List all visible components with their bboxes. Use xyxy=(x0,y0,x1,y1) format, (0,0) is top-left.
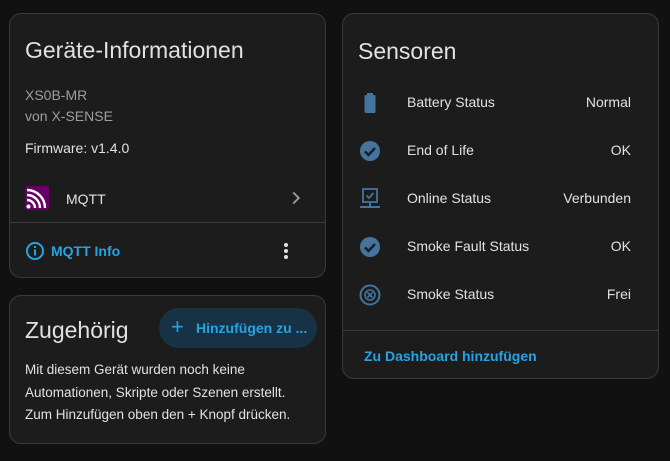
smoke-detector-icon xyxy=(358,283,382,307)
integration-row-mqtt[interactable]: MQTT xyxy=(10,174,325,222)
related-card: Zugehörig + Hinzufügen zu ... Mit diesem… xyxy=(9,295,326,444)
info-icon xyxy=(25,241,45,261)
plus-icon: + xyxy=(171,314,184,339)
integration-name: MQTT xyxy=(66,191,106,207)
battery-icon xyxy=(358,91,382,115)
sensors-divider xyxy=(343,330,658,331)
mqtt-info-label: MQTT Info xyxy=(51,243,121,259)
sensor-row-online-status[interactable]: Online Status Verbunden xyxy=(343,175,658,223)
device-info-card: Geräte-Informationen XS0B-MR von X-SENSE… xyxy=(9,13,326,278)
sensor-value: OK xyxy=(610,142,631,158)
chevron-right-icon xyxy=(285,187,307,209)
add-to-button[interactable]: + Hinzufügen zu ... xyxy=(159,308,317,348)
sensor-row-battery-status[interactable]: Battery Status Normal xyxy=(343,79,658,127)
add-to-dashboard-link[interactable]: Zu Dashboard hinzufügen xyxy=(364,348,537,364)
sensor-value: Verbunden xyxy=(563,190,631,206)
sensor-label: Battery Status xyxy=(407,94,495,110)
related-description-line: Automationen, Skripte oder Szenen erstel… xyxy=(25,384,286,400)
sensor-label: Smoke Status xyxy=(407,286,495,302)
check-circle-icon xyxy=(358,235,382,259)
sensor-value: OK xyxy=(610,238,631,254)
lan-connect-icon xyxy=(358,187,382,211)
device-info-title: Geräte-Informationen xyxy=(25,37,244,63)
sensor-label: Smoke Fault Status xyxy=(407,238,530,254)
sensor-value: Frei xyxy=(606,286,631,302)
device-model: XS0B-MR xyxy=(25,87,88,103)
sensor-value: Normal xyxy=(585,94,631,110)
related-description: Mit diesem Gerät wurden noch keine Autom… xyxy=(25,359,315,427)
sensor-label: Online Status xyxy=(407,190,492,206)
mqtt-logo-icon xyxy=(25,186,49,210)
sensor-row-smoke-fault-status[interactable]: Smoke Fault Status OK xyxy=(343,223,658,271)
sensors-title: Sensoren xyxy=(358,38,457,64)
more-vertical-icon[interactable] xyxy=(275,239,297,263)
sensor-row-end-of-life[interactable]: End of Life OK xyxy=(343,127,658,175)
related-title: Zugehörig xyxy=(25,317,129,343)
related-description-line: Mit diesem Gerät wurden noch keine xyxy=(25,362,245,377)
device-firmware: Firmware: v1.4.0 xyxy=(25,140,130,156)
add-to-button-label: Hinzufügen zu ... xyxy=(196,320,308,336)
device-info-divider xyxy=(10,222,325,223)
sensor-label: End of Life xyxy=(407,142,474,158)
sensor-row-smoke-status[interactable]: Smoke Status Frei xyxy=(343,271,658,319)
sensors-card: Sensoren Battery Status Normal End of Li… xyxy=(342,13,659,379)
mqtt-info-link[interactable]: MQTT Info xyxy=(25,239,145,263)
check-circle-icon xyxy=(358,139,382,163)
related-description-line: Zum Hinzufügen oben den + Knopf drücken. xyxy=(25,407,291,422)
device-manufacturer: von X-SENSE xyxy=(25,108,113,124)
